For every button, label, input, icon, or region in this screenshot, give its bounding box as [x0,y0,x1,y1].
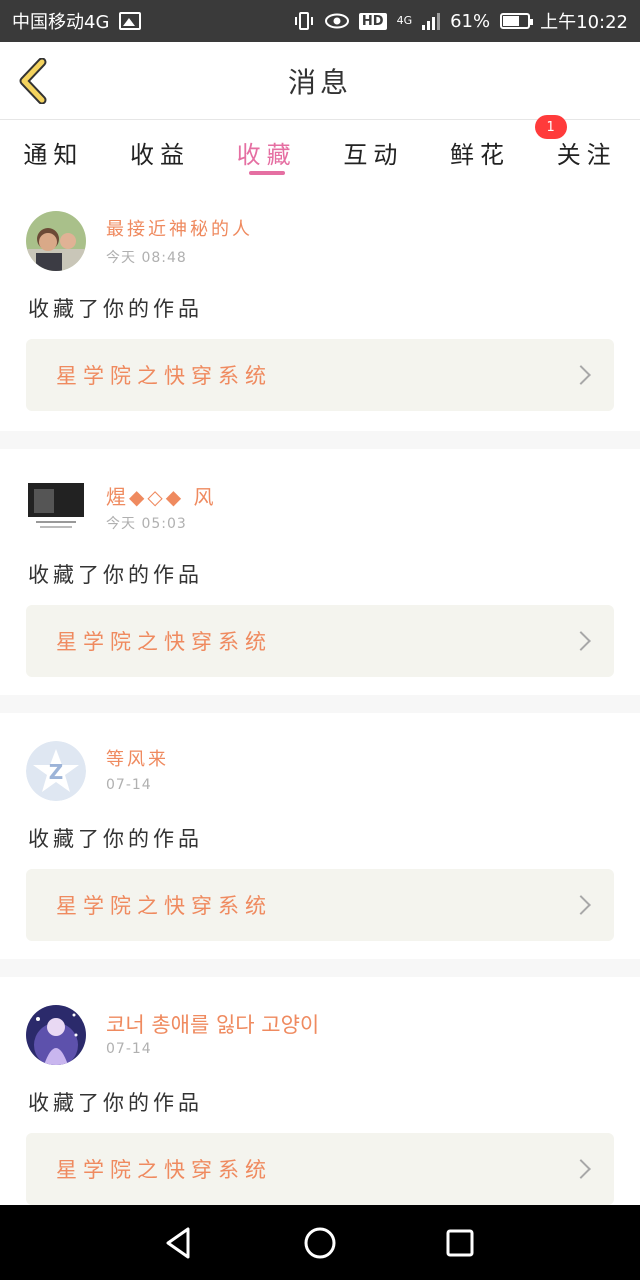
tab-interaction[interactable]: 互动 [320,121,427,183]
avatar[interactable] [26,1005,86,1065]
work-title: 星学院之快穿系统 [56,630,272,654]
tab-label: 互动 [343,140,404,169]
header-bar: 消息 [0,42,640,120]
message-text: 收藏了你的作品 [28,563,203,587]
user-name[interactable]: 最接近神秘的人 [106,215,253,241]
image-icon [119,12,142,30]
status-bar: 中国移动4G HD 4G 61% 上午10:22 [0,0,640,42]
tab-label: 收益 [130,140,190,169]
tab-favorites[interactable]: 收藏 [213,121,320,183]
message-text: 收藏了你的作品 [28,1091,203,1115]
work-link[interactable]: 星学院之快穿系统 [26,605,614,677]
battery-icon [500,13,534,29]
system-nav-bar [0,1205,640,1280]
list-item: 最接近神秘的人 今天 08:48 收藏了你的作品 星学院之快穿系统 [0,183,640,431]
tab-label: 通知 [23,140,84,169]
user-name[interactable]: 코너 총애를 잃다 고양이 [106,1009,319,1039]
chevron-right-icon [571,1159,591,1179]
tab-flowers[interactable]: 鲜花 1 [427,115,567,183]
tab-label: 鲜花 [450,140,511,169]
tab-notify[interactable]: 通知 [0,121,107,183]
avatar[interactable] [26,477,86,537]
message-time: 今天 05:03 [106,516,187,532]
list-item: Z 等风来 07-14 收藏了你的作品 星学院之快穿系统 [0,713,640,959]
work-link[interactable]: 星学院之快穿系统 [26,339,614,411]
work-link[interactable]: 星学院之快穿系统 [26,1133,614,1205]
active-tab-indicator [248,171,285,175]
page-title: 消息 [287,65,352,99]
network-type: 4G [396,14,413,27]
hd-icon: HD [358,12,387,30]
work-title: 星学院之快穿系统 [56,364,272,388]
work-title: 星学院之快穿系统 [56,894,272,918]
vibrate-icon [294,12,313,30]
message-list[interactable]: 最接近神秘的人 今天 08:48 收藏了你的作品 星学院之快穿系统 煋◆◇◆ 风… [0,183,640,1205]
message-time: 07-14 [106,777,152,793]
back-triangle-icon[interactable] [160,1223,200,1263]
list-item: 煋◆◇◆ 风 今天 05:03 收藏了你的作品 星学院之快穿系统 [0,449,640,695]
eye-icon [324,13,349,29]
work-link[interactable]: 星学院之快穿系统 [26,869,614,941]
clock: 上午10:22 [540,12,628,33]
avatar[interactable]: Z [26,741,86,801]
tab-bar: 通知 收益 收藏 互动 鲜花 1 关注 [0,115,640,183]
svg-text:Z: Z [49,760,64,784]
signal-icon [422,12,441,30]
back-button[interactable] [16,58,56,104]
battery-percent: 61% [450,10,491,32]
message-time: 07-14 [106,1041,152,1057]
chevron-right-icon [571,631,591,651]
message-text: 收藏了你的作品 [28,827,203,851]
recent-apps-icon[interactable] [440,1223,480,1263]
list-item: 코너 총애를 잃다 고양이 07-14 收藏了你的作品 星学院之快穿系统 [0,977,640,1205]
user-name[interactable]: 煋◆◇◆ 风 [106,481,217,510]
avatar[interactable] [26,211,86,271]
work-title: 星学院之快穿系统 [56,1158,272,1182]
chevron-right-icon [571,895,591,915]
chevron-right-icon [571,365,591,385]
user-name[interactable]: 等风来 [106,745,169,771]
tab-follow[interactable]: 关注 [533,121,640,183]
home-circle-icon[interactable] [300,1223,340,1263]
carrier-label: 中国移动4G [12,12,110,33]
tab-label: 关注 [556,140,617,169]
tab-income[interactable]: 收益 [107,121,214,183]
message-time: 今天 08:48 [106,250,187,266]
message-text: 收藏了你的作品 [28,297,203,321]
tab-label: 收藏 [236,140,297,169]
